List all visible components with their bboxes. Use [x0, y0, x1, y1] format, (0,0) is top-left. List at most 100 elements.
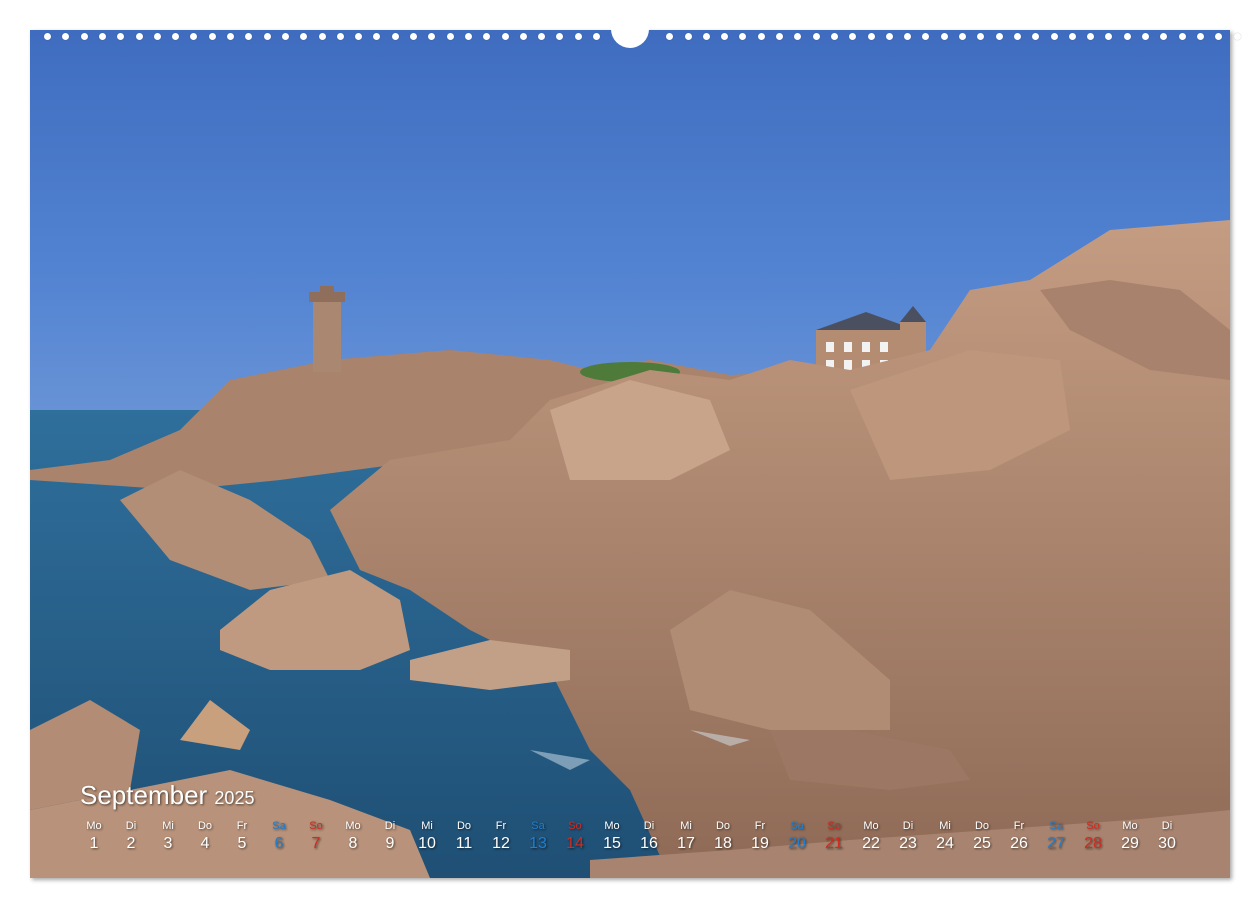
day-number: 15 [603, 835, 621, 852]
weekday-label: Sa [531, 820, 545, 832]
day-cell: Fr 5 [224, 818, 260, 854]
weekday-label: Di [384, 820, 396, 832]
binding-hole [1160, 33, 1168, 40]
day-cell: Fr 12 [483, 818, 519, 854]
day-number: 29 [1121, 835, 1139, 852]
binding-hole [1050, 33, 1058, 40]
coastal-photo [30, 30, 1230, 878]
day-cell: Di 23 [890, 818, 926, 854]
weekday-label: Di [125, 820, 137, 832]
binding-hole [80, 33, 88, 40]
weekday-label: Do [715, 820, 731, 832]
binding-hole [593, 33, 600, 40]
weekday-label: Mi [680, 820, 692, 832]
day-number: 3 [163, 835, 173, 852]
weekday-label: Di [643, 820, 655, 832]
binding-hole [428, 33, 436, 40]
day-number: 2 [126, 835, 136, 852]
day-cell: Sa 6 [261, 818, 297, 854]
binding-hole [227, 33, 234, 40]
binding-hole [721, 33, 729, 40]
day-cell: Di 30 [1149, 818, 1185, 854]
binding-hole [373, 33, 381, 40]
binding-hole [977, 33, 985, 40]
binding-hole [410, 33, 417, 40]
binding-hole [1105, 33, 1113, 40]
day-number: 11 [455, 835, 473, 852]
binding-hole [1142, 33, 1149, 40]
day-number: 14 [566, 835, 584, 852]
binding-hole [1215, 33, 1223, 40]
day-cell: Mi 24 [927, 818, 963, 854]
binding-hole [62, 33, 70, 40]
day-number: 10 [418, 835, 436, 852]
binding-hole [281, 33, 289, 40]
lighthouse [309, 286, 345, 372]
day-cell: So 14 [557, 818, 593, 854]
day-number: 26 [1010, 835, 1028, 852]
month-name: September [80, 780, 208, 810]
day-cell: Do 11 [446, 818, 482, 854]
day-number: 6 [274, 835, 284, 852]
binding-hole [1013, 33, 1021, 40]
day-cell: Mi 10 [409, 818, 445, 854]
weekday-label: Sa [1049, 820, 1063, 832]
day-number: 27 [1047, 835, 1065, 852]
binding-hole [1123, 33, 1131, 40]
weekday-label: Do [197, 820, 213, 832]
binding-hole [666, 33, 674, 40]
weekday-label: Sa [790, 820, 804, 832]
binding-hole [153, 33, 161, 40]
day-number: 12 [492, 835, 510, 852]
day-number: 13 [529, 835, 547, 852]
day-cell: Mo 15 [594, 818, 630, 854]
binding-hole [190, 33, 198, 40]
day-number: 1 [89, 835, 99, 852]
day-cell: Di 9 [372, 818, 408, 854]
day-cell: Mi 3 [150, 818, 186, 854]
weekday-label: Mo [604, 820, 620, 832]
binding-hole [1068, 33, 1076, 40]
weekday-label: So [568, 820, 582, 832]
weekday-label: Mi [421, 820, 433, 832]
binding-hole [959, 33, 966, 40]
binding-hole [44, 33, 51, 40]
weekday-label: Sa [272, 820, 286, 832]
weekday-label: Fr [1013, 820, 1025, 832]
binding-hole [391, 33, 399, 40]
day-cell: Mo 1 [76, 818, 112, 854]
binding-hole [538, 33, 546, 40]
binding-hole [98, 33, 106, 40]
binding-hole [318, 33, 326, 40]
binding-hole [885, 33, 893, 40]
day-number: 20 [788, 835, 806, 852]
day-number: 5 [237, 835, 247, 852]
day-number: 23 [899, 835, 917, 852]
day-cell: Do 25 [964, 818, 1000, 854]
binding-hole [867, 33, 875, 40]
day-number: 9 [385, 835, 395, 852]
binding-hole [263, 33, 271, 40]
day-number: 19 [751, 835, 769, 852]
year-label: 2025 [214, 788, 255, 808]
day-cell: So 7 [298, 818, 334, 854]
binding-hole [300, 33, 308, 40]
binding-hole [684, 33, 692, 40]
binding-hole [464, 33, 472, 40]
binding-hole [739, 33, 747, 40]
binding-hole [336, 33, 344, 40]
day-cell: Mo 22 [853, 818, 889, 854]
weekday-label: Mo [863, 820, 879, 832]
day-cell: So 21 [816, 818, 852, 854]
binding-hole [702, 33, 710, 40]
weekday-label: Fr [495, 820, 507, 832]
binding-hole [995, 33, 1003, 40]
day-number: 17 [677, 835, 695, 852]
weekday-label: So [309, 820, 323, 832]
day-cell: Do 4 [187, 818, 223, 854]
weekday-label: Di [902, 820, 914, 832]
weekday-label: Mi [162, 820, 174, 832]
binding-hole [776, 33, 783, 40]
calendar-strip: September 2025 Mo 1 Di 2 Mi 3 Do 4 Fr 5 Sa 6 So 7 Mo 8 D… [80, 780, 1230, 870]
binding-hole [940, 33, 948, 40]
